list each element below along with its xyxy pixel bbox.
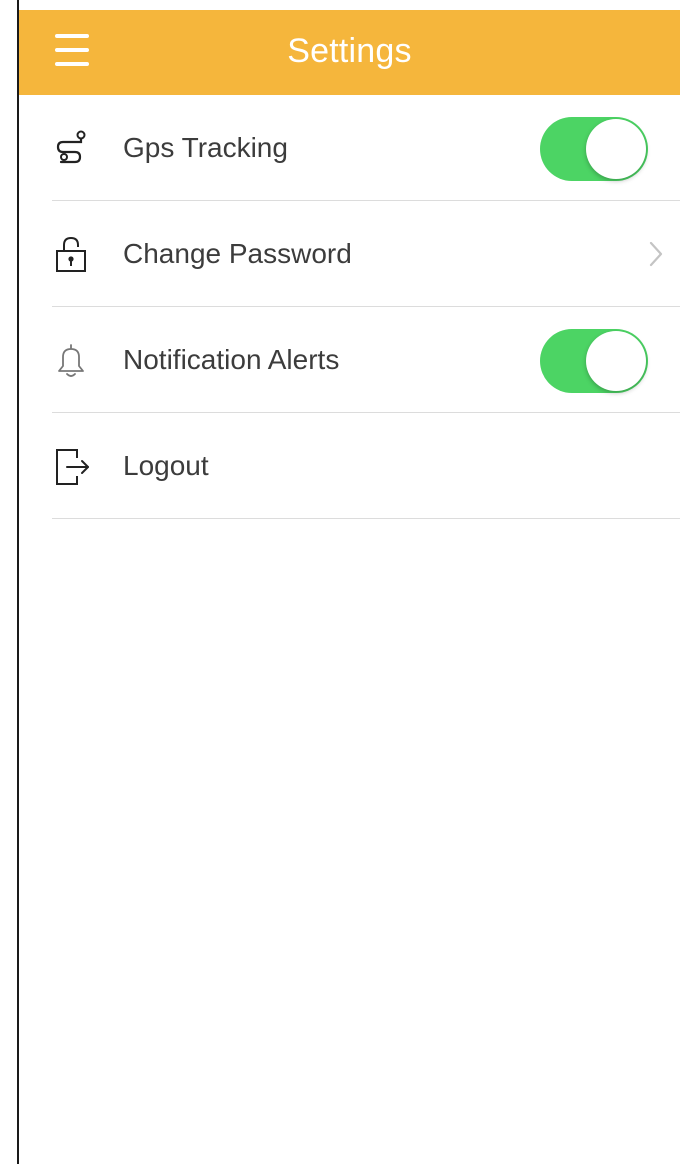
hamburger-menu-icon[interactable] <box>51 30 91 74</box>
settings-screen: Settings Gps Tracking Change Password No… <box>19 10 680 1164</box>
logout-icon <box>56 449 89 485</box>
settings-item-label: Notification Alerts <box>123 344 340 375</box>
settings-item-gps-tracking[interactable]: Gps Tracking <box>19 95 680 201</box>
page-title: Settings <box>287 32 412 70</box>
settings-item-label: Gps Tracking <box>123 132 288 163</box>
gps-tracking-toggle[interactable] <box>540 117 648 181</box>
settings-item-notification-alerts[interactable]: Notification Alerts <box>19 307 680 413</box>
toggle-knob <box>586 119 646 179</box>
header-bar: Settings <box>19 10 680 95</box>
settings-item-change-password[interactable]: Change Password <box>19 201 680 307</box>
settings-list: Gps Tracking Change Password Notificatio… <box>19 95 680 519</box>
route-icon <box>56 130 86 164</box>
chevron-right-icon <box>649 241 663 267</box>
notification-alerts-toggle[interactable] <box>540 329 648 393</box>
bell-icon <box>58 344 84 377</box>
settings-item-logout[interactable]: Logout <box>19 413 680 519</box>
settings-item-label: Change Password <box>123 238 352 269</box>
toggle-knob <box>586 331 646 391</box>
lock-icon <box>56 236 86 272</box>
settings-item-label: Logout <box>123 450 209 481</box>
